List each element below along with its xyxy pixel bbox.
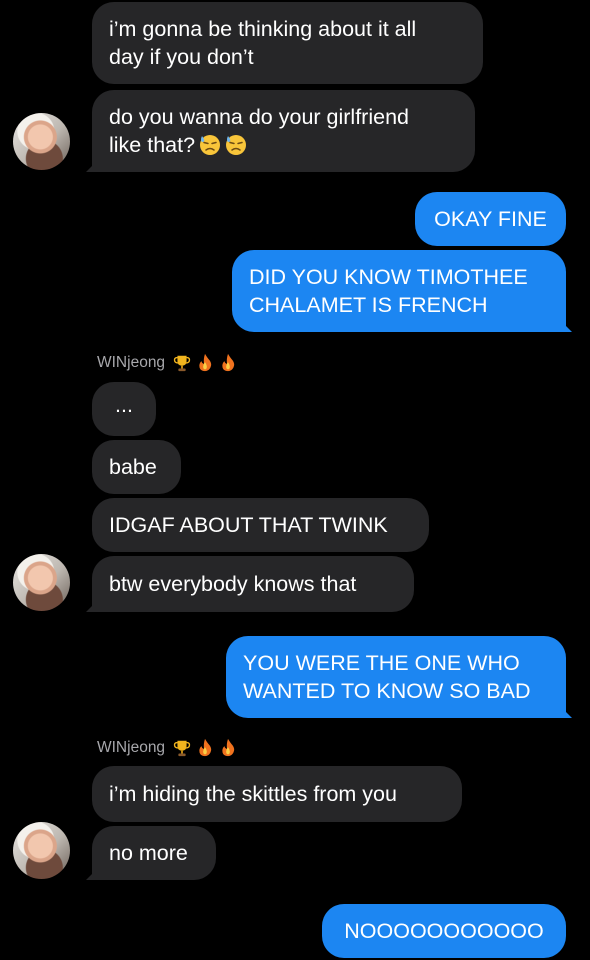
fire-icon (199, 738, 212, 757)
message-bubble[interactable]: YOU WERE THE ONE WHO WANTED TO KNOW SO B… (226, 636, 566, 718)
message-text: do you wanna do your girlfriend (109, 105, 409, 129)
message-text: OKAY FINE (434, 207, 547, 231)
sender-name: WINjeong (97, 739, 166, 756)
message-text: DID YOU KNOW TIMOTHEE (249, 265, 528, 289)
message-bubble[interactable]: IDGAF ABOUT THAT TWINK (92, 498, 429, 552)
message-bubble[interactable]: i’m hiding the skittles from you (92, 766, 462, 822)
trophy-icon (173, 740, 191, 757)
message-bubble[interactable]: OKAY FINE (415, 192, 566, 246)
sender-label: WINjeong (97, 353, 238, 373)
message-text: WANTED TO KNOW SO BAD (243, 679, 531, 703)
message-bubble[interactable]: babe (92, 440, 181, 494)
message-bubble[interactable]: no more (92, 826, 216, 880)
message-bubble[interactable]: btw everybody knows that (92, 556, 414, 612)
message-text: CHALAMET IS FRENCH (249, 293, 488, 317)
fire-icon (199, 353, 212, 372)
message-text: IDGAF ABOUT THAT TWINK (109, 513, 388, 537)
sender-name: WINjeong (97, 354, 166, 371)
fire-icon (222, 353, 235, 372)
message-text: ... (115, 393, 133, 417)
message-text: no more (109, 841, 188, 865)
message-bubble[interactable]: i’m gonna be thinking about it all day i… (92, 2, 483, 84)
sender-label: WINjeong (97, 738, 238, 758)
fire-icon (222, 738, 235, 757)
avatar[interactable] (13, 113, 70, 170)
message-text: day if you don’t (109, 45, 254, 69)
message-text: babe (109, 455, 157, 479)
message-bubble[interactable]: DID YOU KNOW TIMOTHEE CHALAMET IS FRENCH (232, 250, 566, 332)
message-text: NOOOOOOOOOOO (344, 919, 544, 943)
avatar[interactable] (13, 822, 70, 879)
message-text: btw everybody knows that (109, 572, 357, 596)
message-text: like that? (109, 133, 196, 157)
message-text: i’m gonna be thinking about it all (109, 17, 417, 41)
message-bubble[interactable]: do you wanna do your girlfriend like tha… (92, 90, 475, 172)
downcast-face-with-sweat-icon (199, 134, 221, 156)
avatar[interactable] (13, 554, 70, 611)
trophy-icon (173, 355, 191, 372)
message-bubble[interactable]: ... (92, 382, 156, 436)
message-bubble[interactable]: NOOOOOOOOOOO (322, 904, 566, 958)
downcast-face-with-sweat-icon (225, 134, 247, 156)
message-text: YOU WERE THE ONE WHO (243, 651, 520, 675)
message-text: i’m hiding the skittles from you (109, 782, 397, 806)
